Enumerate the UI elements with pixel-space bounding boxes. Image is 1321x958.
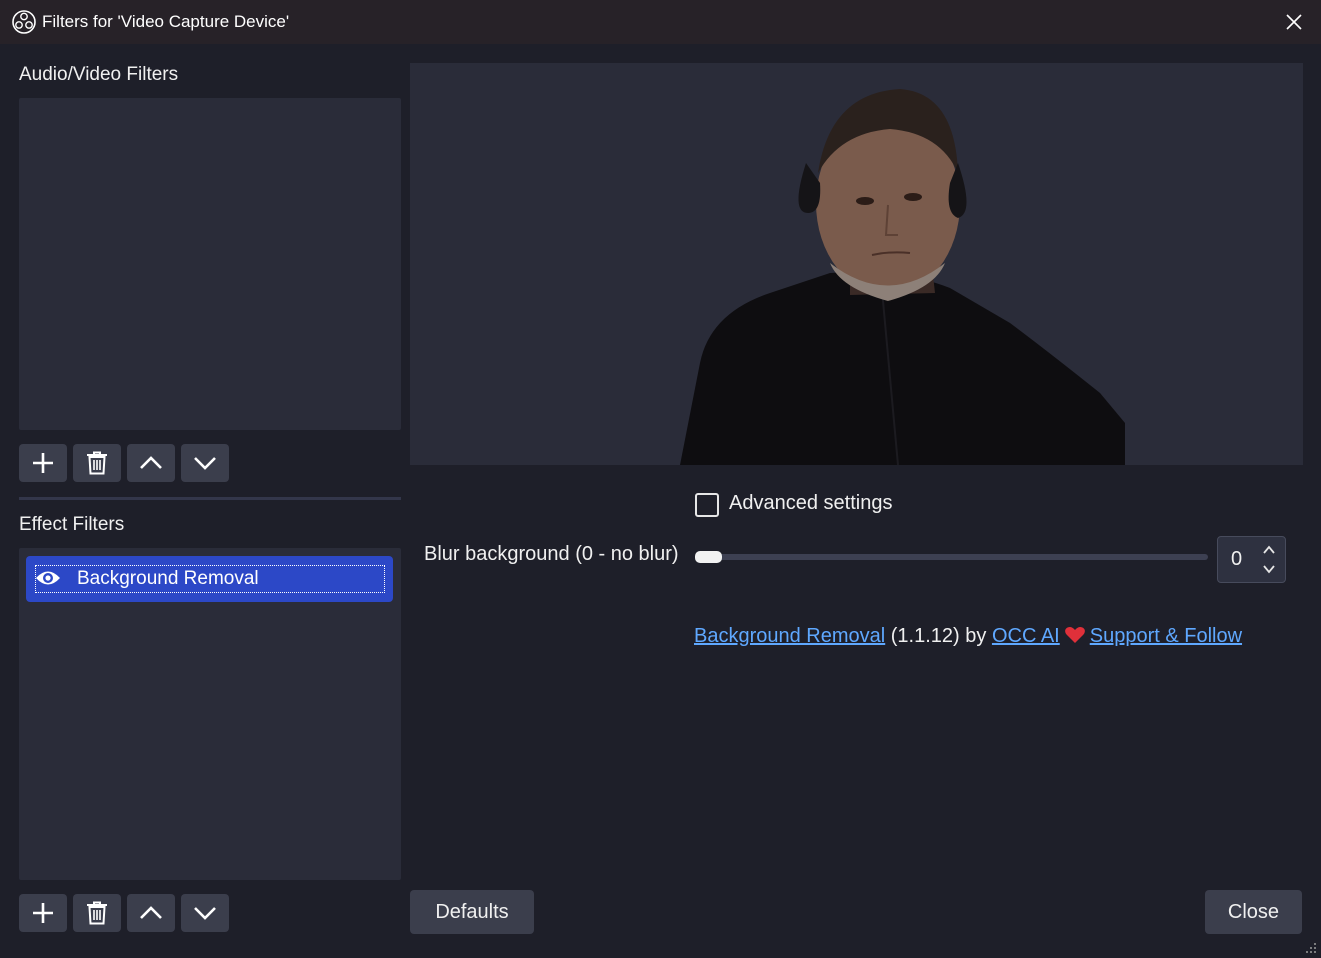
heart-icon	[1064, 627, 1085, 643]
background-removal-link[interactable]: Background Removal	[694, 625, 885, 647]
chevron-up-icon	[140, 456, 162, 469]
person-silhouette	[680, 89, 1125, 465]
av-remove-filter-button[interactable]	[73, 444, 121, 482]
plugin-credits: Background Removal (1.1.12) by OCC AI Sup…	[694, 625, 1242, 648]
av-move-up-button[interactable]	[127, 444, 175, 482]
effect-remove-filter-button[interactable]	[73, 894, 121, 932]
effect-filter-label: Background Removal	[77, 568, 259, 589]
effect-filter-item[interactable]: Background Removal	[26, 556, 393, 602]
defaults-button[interactable]: Defaults	[410, 890, 534, 934]
spin-down-icon[interactable]	[1262, 562, 1276, 576]
spin-up-icon[interactable]	[1262, 543, 1276, 557]
effect-add-filter-button[interactable]	[19, 894, 67, 932]
blur-spinbox[interactable]: 0	[1217, 536, 1286, 583]
window-close-button[interactable]	[1276, 4, 1312, 40]
advanced-settings-label: Advanced settings	[729, 492, 893, 514]
effect-move-up-button[interactable]	[127, 894, 175, 932]
blur-slider-track[interactable]	[697, 554, 1208, 560]
effect-filters-label: Effect Filters	[19, 514, 125, 535]
eye-icon[interactable]	[35, 568, 61, 588]
effect-move-down-button[interactable]	[181, 894, 229, 932]
occ-ai-link[interactable]: OCC AI	[992, 625, 1060, 647]
close-icon	[1286, 14, 1302, 30]
audio-video-filters-label: Audio/Video Filters	[19, 64, 179, 85]
add-icon	[33, 903, 53, 923]
blur-slider-handle[interactable]	[695, 551, 722, 563]
close-button[interactable]: Close	[1205, 890, 1302, 934]
resize-grip-icon[interactable]	[1305, 942, 1317, 954]
audio-video-filters-list[interactable]	[19, 98, 401, 430]
chevron-up-icon	[140, 906, 162, 919]
version-text: (1.1.12) by	[885, 625, 992, 647]
obs-logo-icon	[12, 10, 36, 34]
trash-icon	[87, 901, 107, 925]
title-bar: Filters for 'Video Capture Device'	[0, 0, 1321, 44]
trash-icon	[87, 451, 107, 475]
advanced-settings-checkbox[interactable]	[695, 493, 719, 517]
video-preview	[410, 63, 1303, 465]
support-follow-link[interactable]: Support & Follow	[1090, 625, 1242, 647]
av-move-down-button[interactable]	[181, 444, 229, 482]
chevron-down-icon	[194, 457, 216, 470]
av-add-filter-button[interactable]	[19, 444, 67, 482]
add-icon	[33, 453, 53, 473]
window-title: Filters for 'Video Capture Device'	[42, 12, 290, 31]
chevron-down-icon	[194, 907, 216, 920]
section-divider	[19, 497, 401, 500]
blur-background-label: Blur background (0 - no blur)	[424, 543, 679, 565]
blur-value[interactable]: 0	[1231, 548, 1242, 571]
